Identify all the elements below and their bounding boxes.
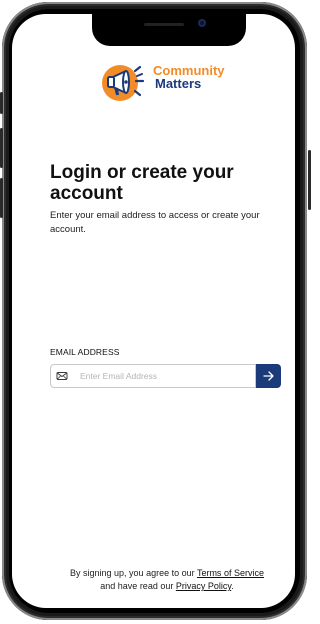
page-title: Login or create your account: [50, 162, 234, 204]
side-button-left-2: [0, 128, 3, 168]
email-field-label: EMAIL ADDRESS: [50, 347, 120, 357]
submit-email-button[interactable]: [256, 364, 281, 388]
megaphone-icon: [102, 65, 145, 101]
legal-line-1-text: By signing up, you agree to our: [70, 568, 197, 578]
side-button-left-3: [0, 178, 3, 218]
mail-icon: [56, 372, 68, 380]
brand-name-line2: Matters: [155, 76, 202, 91]
brand-logo: Community Matters: [99, 59, 259, 105]
phone-notch: [92, 14, 246, 46]
legal-line-2-suffix: .: [231, 581, 234, 591]
app-screen: Community Matters Login or create your a…: [12, 14, 295, 608]
speaker-grille: [144, 23, 184, 26]
legal-line-2-text: and have read our: [100, 581, 176, 591]
brand-name: Community Matters: [153, 64, 225, 90]
side-button-right: [308, 150, 311, 210]
legal-line-1: By signing up, you agree to our Terms of…: [42, 567, 292, 580]
legal-footer: By signing up, you agree to our Terms of…: [42, 567, 292, 593]
arrow-right-icon: [263, 371, 274, 381]
terms-of-service-link[interactable]: Terms of Service: [197, 568, 264, 578]
side-button-left-1: [0, 92, 3, 114]
email-field-group: [50, 364, 281, 388]
email-field[interactable]: [73, 364, 256, 388]
email-icon-box: [50, 364, 74, 388]
page-subtitle: Enter your email address to access or cr…: [50, 210, 260, 235]
legal-line-2: and have read our Privacy Policy.: [42, 580, 292, 593]
privacy-policy-link[interactable]: Privacy Policy: [176, 581, 231, 591]
front-camera: [198, 19, 206, 27]
